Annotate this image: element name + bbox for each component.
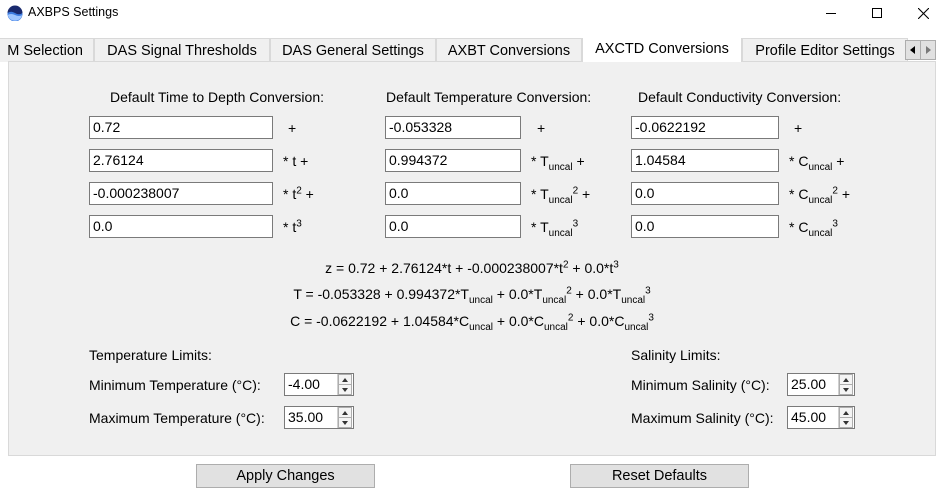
- temperature-term-0-label: +: [537, 120, 546, 136]
- conductivity-coef-1-input[interactable]: 1.04584: [631, 149, 779, 172]
- max-salinity-spinner[interactable]: [838, 407, 853, 428]
- scroll-left-icon[interactable]: [906, 41, 920, 59]
- temperature-limits-title: Temperature Limits:: [89, 347, 212, 363]
- tab-das-signal-thresholds[interactable]: DAS Signal Thresholds: [94, 38, 270, 62]
- tab-scroll-buttons: [905, 40, 936, 60]
- axctd-conversions-panel: Default Time to Depth Conversion: Defaul…: [8, 61, 936, 456]
- depth-conversion-header: Default Time to Depth Conversion:: [110, 89, 324, 105]
- spin-up-icon[interactable]: [338, 407, 352, 418]
- conductivity-coef-3-input[interactable]: 0.0: [631, 215, 779, 238]
- min-salinity-label: Minimum Salinity (°C):: [631, 377, 770, 393]
- tab-axctd-conversions[interactable]: AXCTD Conversions: [582, 38, 742, 62]
- spin-down-icon[interactable]: [338, 418, 352, 428]
- conductivity-term-3-label: * Cuncal3: [789, 218, 838, 239]
- temperature-coef-1-input[interactable]: 0.994372: [385, 149, 521, 172]
- spin-down-icon[interactable]: [338, 385, 352, 395]
- min-temperature-spinner[interactable]: [337, 374, 352, 395]
- conductivity-conversion-header: Default Conductivity Conversion:: [638, 89, 842, 105]
- apply-changes-button[interactable]: Apply Changes: [196, 464, 375, 488]
- temperature-term-1-label: * Tuncal +: [531, 153, 585, 173]
- temperature-conversion-header: Default Temperature Conversion:: [386, 89, 592, 105]
- spin-up-icon[interactable]: [839, 407, 853, 418]
- temperature-coef-0-input[interactable]: -0.053328: [385, 116, 521, 139]
- depth-equation: z = 0.72 + 2.76124*t + -0.000238007*t2 +…: [325, 259, 619, 276]
- spin-up-icon[interactable]: [338, 374, 352, 385]
- tab-m-selection[interactable]: M Selection: [0, 38, 94, 62]
- conductivity-term-1-label: * Cuncal +: [789, 153, 845, 173]
- max-temperature-label: Maximum Temperature (°C):: [89, 410, 265, 426]
- depth-coef-1-input[interactable]: 2.76124: [89, 149, 273, 172]
- temperature-equation: T = -0.053328 + 0.994372*Tuncal + 0.0*Tu…: [293, 285, 651, 306]
- tab-strip: M Selection DAS Signal Thresholds DAS Ge…: [0, 38, 944, 62]
- max-temperature-spinner[interactable]: [337, 407, 352, 428]
- depth-coef-3-input[interactable]: 0.0: [89, 215, 273, 238]
- maximize-button[interactable]: [854, 0, 900, 26]
- min-salinity-spinner[interactable]: [838, 374, 853, 395]
- close-button[interactable]: [900, 0, 944, 26]
- depth-term-1-label: * t +: [283, 153, 309, 169]
- depth-coef-2-input[interactable]: -0.000238007: [89, 182, 273, 205]
- conductivity-coef-2-input[interactable]: 0.0: [631, 182, 779, 205]
- depth-coef-0-input[interactable]: 0.72: [89, 116, 273, 139]
- conductivity-term-0-label: +: [794, 120, 803, 136]
- salinity-limits-title: Salinity Limits:: [631, 347, 721, 363]
- conductivity-equation: C = -0.0622192 + 1.04584*Cuncal + 0.0*Cu…: [290, 312, 654, 333]
- tab-das-general-settings[interactable]: DAS General Settings: [270, 38, 436, 62]
- temperature-term-3-label: * Tuncal3: [531, 218, 579, 239]
- window-title: AXBPS Settings: [28, 5, 119, 19]
- depth-term-0-label: +: [288, 120, 297, 136]
- app-icon: [7, 5, 23, 22]
- reset-defaults-button[interactable]: Reset Defaults: [570, 464, 749, 488]
- min-temperature-label: Minimum Temperature (°C):: [89, 377, 261, 393]
- conductivity-term-2-label: * Cuncal2 +: [789, 185, 851, 206]
- scroll-right-icon[interactable]: [920, 41, 935, 59]
- depth-term-3-label: * t3: [283, 218, 302, 235]
- title-bar: AXBPS Settings: [0, 0, 944, 26]
- temperature-term-2-label: * Tuncal2 +: [531, 185, 591, 206]
- tab-profile-editor-settings[interactable]: Profile Editor Settings: [742, 38, 908, 62]
- conductivity-coef-0-input[interactable]: -0.0622192: [631, 116, 779, 139]
- minimize-button[interactable]: [808, 0, 854, 26]
- depth-term-2-label: * t2 +: [283, 185, 314, 202]
- tab-axbt-conversions[interactable]: AXBT Conversions: [436, 38, 582, 62]
- max-salinity-label: Maximum Salinity (°C):: [631, 410, 774, 426]
- spin-down-icon[interactable]: [839, 418, 853, 428]
- spin-up-icon[interactable]: [839, 374, 853, 385]
- temperature-coef-3-input[interactable]: 0.0: [385, 215, 521, 238]
- temperature-coef-2-input[interactable]: 0.0: [385, 182, 521, 205]
- spin-down-icon[interactable]: [839, 385, 853, 395]
